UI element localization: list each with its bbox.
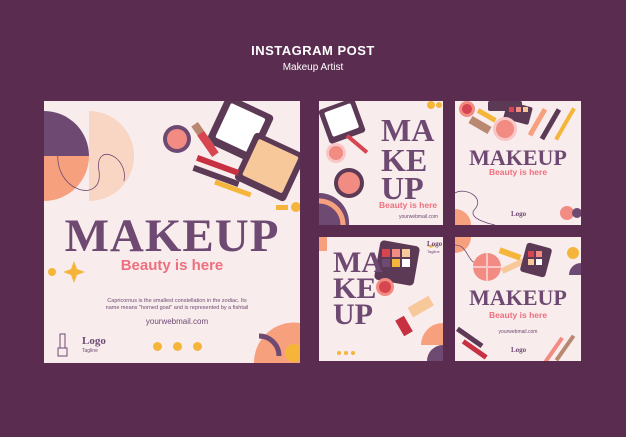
decor-dot: [427, 101, 435, 109]
decor-dot: [567, 247, 579, 259]
powder-icon: [319, 101, 366, 144]
eyeshadow-palette-icon: [520, 242, 552, 278]
social-icon[interactable]: [193, 342, 202, 351]
post-1-tagline: Beauty is here: [379, 200, 438, 210]
main-post-card[interactable]: MAKEUP Beauty is here Capricornus is the…: [44, 101, 300, 363]
post-3-card[interactable]: MA KE UP Logo Tagline: [319, 237, 443, 361]
post-4-card[interactable]: MAKEUP Beauty is here yourwebmail.com Lo…: [455, 237, 581, 361]
post-4-logo: Logo: [511, 346, 527, 354]
post-2-card[interactable]: MAKEUP Beauty is here Logo: [455, 101, 581, 225]
lipstick-icon: [407, 295, 434, 318]
post-1-headline-up: UP: [381, 170, 424, 206]
page-subtitle: Makeup Artist: [282, 62, 344, 73]
logo-text: Logo: [82, 335, 106, 347]
compact-icon: [493, 117, 517, 141]
shape-quarter-peach: [44, 156, 89, 201]
social-icon[interactable]: [173, 342, 182, 351]
page-title: INSTAGRAM POST: [251, 43, 375, 58]
post-4-headline: MAKEUP: [469, 285, 567, 310]
post-2-tagline: Beauty is here: [488, 167, 548, 177]
post-1-headline-ma: MA: [381, 112, 435, 148]
main-tagline: Beauty is here: [120, 257, 224, 274]
post-4-tagline: Beauty is here: [488, 310, 548, 320]
powder-icon: [206, 101, 300, 202]
lipstick-icon: [345, 134, 369, 154]
post-3-headline-up: UP: [333, 298, 373, 331]
lipstick-icon: [498, 247, 522, 261]
logo-tagline: Tagline: [82, 348, 98, 354]
lipstick-logo-icon: [57, 333, 68, 357]
shape-half-circle: [89, 111, 134, 201]
compact-icon: [473, 253, 501, 281]
post-1-email[interactable]: yourwebmail.com: [399, 214, 438, 220]
social-icon[interactable]: [153, 342, 162, 351]
shape-quarter-purple: [44, 111, 89, 156]
post-2-logo: Logo: [511, 210, 527, 218]
decor-dot: [560, 206, 574, 220]
main-email[interactable]: yourwebmail.com: [44, 317, 300, 326]
decor-rect: [319, 237, 327, 251]
post-1-card[interactable]: MA KE UP Beauty is here yourwebmail.com: [319, 101, 443, 225]
post-4-email[interactable]: yourwebmail.com: [455, 329, 581, 335]
post-3-logo: Logo: [427, 240, 443, 248]
compact-icon: [326, 143, 346, 163]
main-headline: MAKEUP: [64, 210, 280, 262]
post-3-logo-tagline: Tagline: [427, 249, 440, 254]
compact-icon: [163, 125, 191, 153]
main-body-text: Capricornus is the smallest constellatio…: [105, 298, 249, 311]
